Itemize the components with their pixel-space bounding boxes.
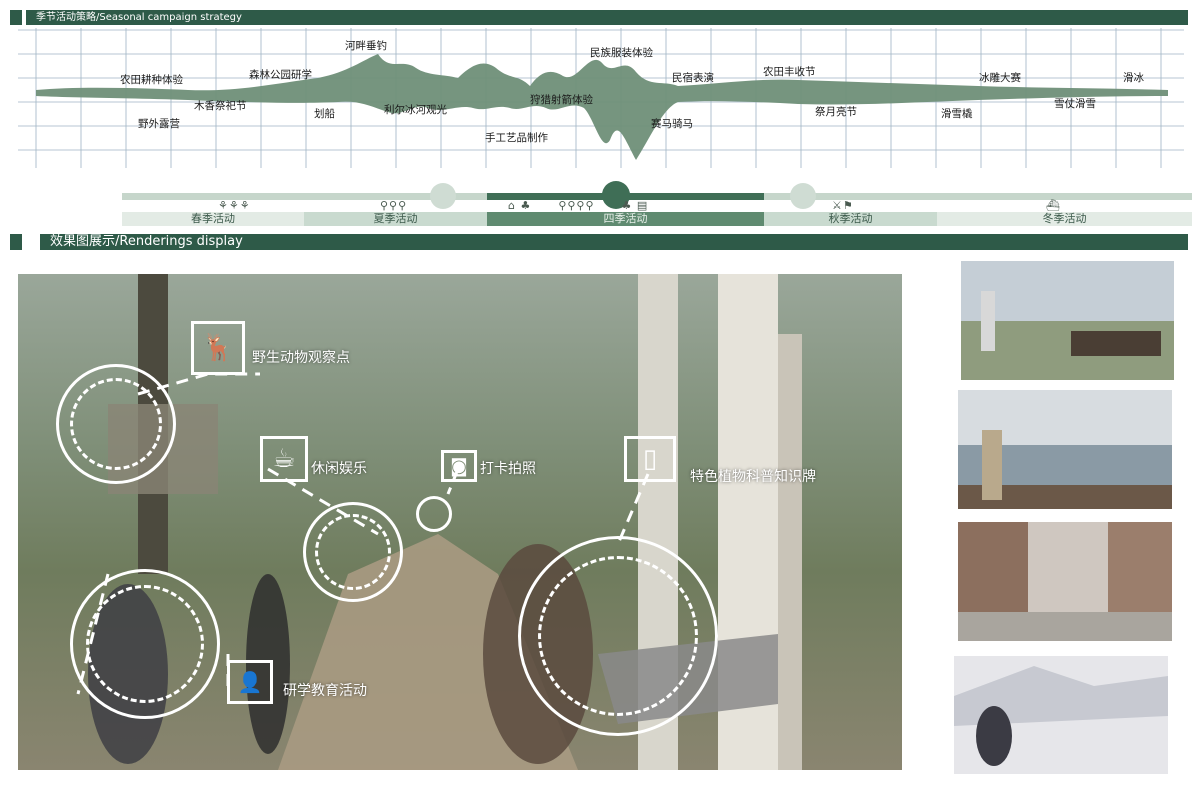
- event-label: 野外露营: [138, 118, 180, 130]
- event-label: 农田丰收节: [763, 66, 816, 78]
- thumbnail-skiing: [954, 656, 1168, 774]
- event-label: 手工艺品制作: [485, 132, 548, 144]
- event-label: 祭月亮节: [815, 106, 857, 118]
- season-strip: ⚘⚘⚘ ⚲⚲⚲ ⌂ ♣ ⚲⚲⚲⚲ ♣ ▤ ⚔⚑ ⛴ 春季活动 夏季活动 四季活动…: [122, 181, 1192, 228]
- deer-icon: 🦌: [191, 321, 245, 375]
- event-label: 木香祭祀节: [194, 100, 247, 112]
- section-title-renderings: 效果图展示/Renderings display: [50, 234, 243, 249]
- season-winter: 冬季活动: [937, 212, 1192, 226]
- camera-icon: ◙: [441, 450, 477, 482]
- section-title-seasonal: 季节活动策略/Seasonal campaign strategy: [36, 12, 242, 23]
- season-allyear: 四季活动: [487, 212, 764, 226]
- section-header-bar: 季节活动策略/Seasonal campaign strategy: [26, 10, 1188, 25]
- event-label: 赛马骑马: [651, 118, 693, 130]
- cup-icon: ☕: [260, 436, 308, 482]
- highlight-ring: [70, 378, 162, 470]
- event-label: 狩猎射箭体验: [530, 94, 593, 106]
- event-label: 划船: [314, 108, 335, 120]
- allseason-icons: ⌂ ♣ ⚲⚲⚲⚲ ♣ ▤: [508, 199, 649, 212]
- event-label: 滑冰: [1123, 72, 1144, 84]
- summer-icons: ⚲⚲⚲: [380, 199, 408, 212]
- autumn-icons: ⚔⚑: [832, 199, 854, 212]
- highlight-ring: [315, 514, 391, 590]
- section-marker: [10, 10, 22, 25]
- callout-wildlife-label: 野生动物观察点: [252, 350, 350, 366]
- season-dot: [790, 183, 816, 209]
- season-summer: 夏季活动: [304, 212, 487, 226]
- event-label: 冰雕大赛: [979, 72, 1021, 84]
- highlight-ring: [538, 556, 698, 716]
- callout-leisure-label: 休闲娱乐: [311, 461, 367, 477]
- callout-photo-label: 打卡拍照: [480, 461, 536, 477]
- thumbnail-costume-street: [958, 522, 1172, 641]
- season-spring: 春季活动: [122, 212, 304, 226]
- event-label: 农田耕种体验: [120, 74, 183, 86]
- seasonal-timeline: 农田耕种体验 野外露营 森林公园研学 木香祭祀节 河畔垂钓 划船 利尔冰河观光 …: [18, 28, 1184, 168]
- event-label: 滑雪橇: [941, 108, 973, 120]
- winter-icons: ⛴: [1046, 199, 1061, 212]
- person-icon: 👤: [227, 660, 273, 704]
- event-label: 河畔垂钓: [345, 40, 387, 52]
- event-label: 森林公园研学: [249, 69, 312, 81]
- thumbnail-horse-riding: [961, 261, 1174, 380]
- sign-board-icon: ▯: [624, 436, 676, 482]
- main-rendering: 🦌 野生动物观察点 ☕ 休闲娱乐 ◙ 打卡拍照 ▯ 特色植物科普知识牌 👤 研学…: [18, 274, 902, 770]
- event-label: 民族服装体验: [590, 47, 653, 59]
- event-label: 雪仗滑雪: [1054, 98, 1096, 110]
- spring-icons: ⚘⚘⚘: [218, 199, 251, 212]
- event-label: 民宿表演: [672, 72, 714, 84]
- highlight-ring: [86, 585, 204, 703]
- callout-plant-label: 特色植物科普知识牌: [690, 469, 816, 485]
- highlight-ring: [416, 496, 452, 532]
- section-marker: [10, 234, 22, 250]
- section-header-bar: 效果图展示/Renderings display: [40, 234, 1188, 250]
- thumbnail-fishing: [958, 390, 1172, 509]
- season-autumn: 秋季活动: [764, 212, 937, 226]
- season-dot: [430, 183, 456, 209]
- callout-edu-label: 研学教育活动: [283, 683, 367, 699]
- event-label: 利尔冰河观光: [384, 104, 447, 116]
